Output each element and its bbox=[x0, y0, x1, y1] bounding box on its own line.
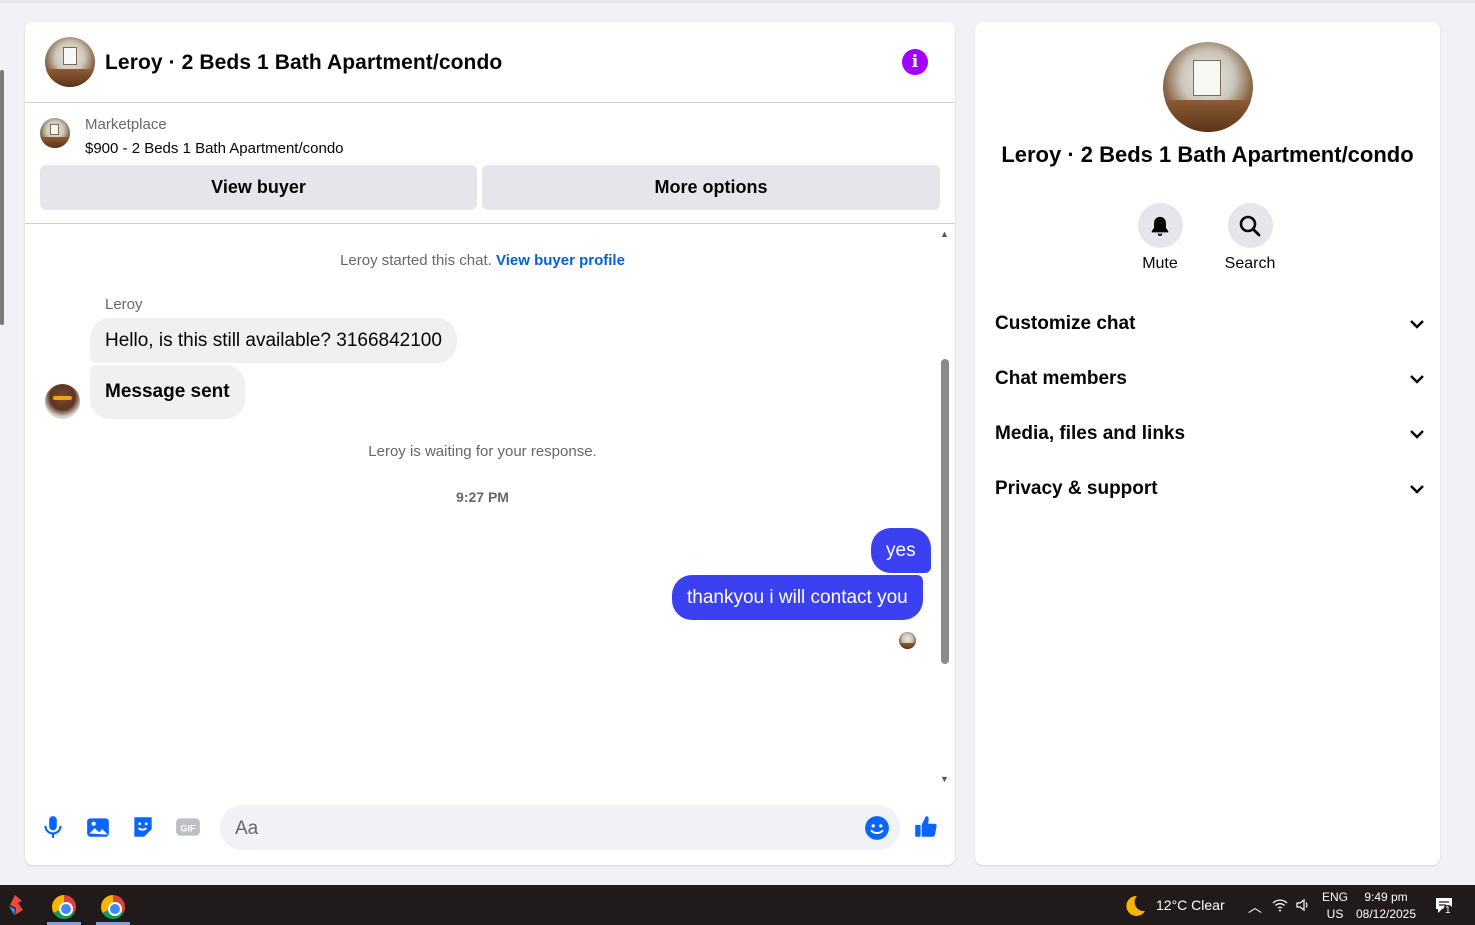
waiting-notice: Leroy is waiting for your response. bbox=[368, 443, 597, 460]
search-button[interactable]: Search bbox=[1220, 203, 1280, 273]
chevron-down-icon bbox=[1410, 485, 1424, 494]
scroll-down-arrow-icon[interactable]: ▼ bbox=[940, 774, 949, 784]
chrome-icon bbox=[52, 895, 76, 919]
sticker-icon[interactable] bbox=[130, 814, 156, 840]
notification-count-badge: 1 bbox=[1443, 905, 1453, 916]
microphone-icon[interactable] bbox=[40, 814, 66, 840]
message-scrollbar[interactable] bbox=[941, 359, 949, 664]
message-composer: GIF Aa bbox=[25, 802, 955, 852]
message-list[interactable]: ▲ ▼ Leroy started this chat. View buyer … bbox=[25, 224, 955, 794]
region-code: US bbox=[1326, 907, 1344, 921]
listing-card: Marketplace $900 - 2 Beds 1 Bath Apartme… bbox=[25, 103, 955, 224]
input-language[interactable]: ENG US bbox=[1322, 889, 1348, 923]
info-icon[interactable]: i bbox=[902, 49, 928, 75]
gif-icon[interactable]: GIF bbox=[175, 814, 201, 840]
chevron-down-icon bbox=[1410, 375, 1424, 384]
thumbs-up-icon[interactable] bbox=[913, 814, 939, 840]
chevron-down-icon bbox=[1410, 320, 1424, 329]
sender-avatar[interactable] bbox=[45, 384, 80, 419]
seen-indicator-avatar bbox=[899, 632, 916, 649]
browser-top-strip bbox=[0, 0, 1475, 3]
incoming-message[interactable]: Message sent bbox=[90, 365, 245, 419]
sender-name: Leroy bbox=[105, 296, 143, 313]
taskbar-chrome-app[interactable] bbox=[44, 889, 84, 925]
emoji-icon[interactable] bbox=[864, 815, 890, 841]
view-buyer-profile-link[interactable]: View buyer profile bbox=[496, 252, 625, 269]
language-code: ENG bbox=[1322, 890, 1349, 904]
listing-avatar[interactable] bbox=[45, 37, 95, 87]
chevron-down-icon bbox=[1410, 430, 1424, 439]
show-hidden-icons-chevron-icon[interactable]: ︿ bbox=[1248, 897, 1262, 917]
moon-icon[interactable] bbox=[1123, 894, 1147, 918]
chat-started-notice: Leroy started this chat. View buyer prof… bbox=[25, 252, 940, 269]
message-timestamp: 9:27 PM bbox=[456, 489, 509, 505]
page-scrollbar-edge[interactable] bbox=[0, 70, 4, 325]
message-input-placeholder: Aa bbox=[235, 818, 259, 839]
clock-time: 9:49 pm bbox=[1364, 890, 1408, 904]
volume-icon[interactable] bbox=[1295, 897, 1311, 913]
clock-date: 08/12/2025 bbox=[1355, 907, 1417, 921]
profile-title: Leroy · 2 Beds 1 Bath Apartment/condo bbox=[1001, 142, 1414, 167]
svg-text:GIF: GIF bbox=[180, 823, 196, 833]
search-label: Search bbox=[1224, 255, 1276, 272]
chat-info-panel: Leroy · 2 Beds 1 Bath Apartment/condo Mu… bbox=[975, 22, 1440, 865]
section-title: Chat members bbox=[995, 368, 1127, 389]
chrome-icon bbox=[101, 895, 125, 919]
chat-started-text: Leroy started this chat. bbox=[340, 252, 492, 269]
mute-label: Mute bbox=[1142, 255, 1178, 272]
photo-icon[interactable] bbox=[85, 814, 111, 840]
chat-title[interactable]: Leroy · 2 Beds 1 Bath Apartment/condo bbox=[105, 51, 502, 75]
weather-status[interactable]: 12°C Clear bbox=[1156, 897, 1225, 913]
system-clock[interactable]: 9:49 pm 08/12/2025 bbox=[1352, 889, 1420, 923]
windows-taskbar: 12°C Clear ︿ ENG US 9:49 pm 08/12/2025 1 bbox=[0, 885, 1475, 925]
section-title: Media, files and links bbox=[995, 423, 1186, 444]
section-privacy-support[interactable]: Privacy & support bbox=[995, 469, 1425, 509]
mute-button[interactable]: Mute bbox=[1130, 203, 1190, 273]
chat-header: Leroy · 2 Beds 1 Bath Apartment/condo i bbox=[25, 22, 955, 103]
view-buyer-button[interactable]: View buyer bbox=[40, 165, 477, 210]
start-menu-icon[interactable] bbox=[6, 893, 26, 917]
listing-source: Marketplace bbox=[85, 116, 167, 133]
search-icon bbox=[1239, 215, 1261, 236]
message-input[interactable]: Aa bbox=[220, 805, 900, 850]
profile-avatar[interactable] bbox=[1163, 42, 1253, 132]
incoming-message[interactable]: Hello, is this still available? 31668421… bbox=[90, 318, 457, 363]
listing-thumbnail[interactable] bbox=[40, 118, 70, 148]
outgoing-message[interactable]: yes bbox=[871, 528, 931, 573]
section-title: Privacy & support bbox=[995, 478, 1158, 499]
section-media-files-links[interactable]: Media, files and links bbox=[995, 414, 1425, 454]
listing-price-title[interactable]: $900 - 2 Beds 1 Bath Apartment/condo bbox=[85, 140, 344, 157]
scroll-up-arrow-icon[interactable]: ▲ bbox=[940, 229, 949, 239]
bell-icon bbox=[1151, 216, 1169, 236]
section-title: Customize chat bbox=[995, 313, 1136, 334]
section-customize-chat[interactable]: Customize chat bbox=[995, 304, 1425, 344]
network-icon[interactable] bbox=[1272, 897, 1288, 913]
section-chat-members[interactable]: Chat members bbox=[995, 359, 1425, 399]
taskbar-chrome-app[interactable] bbox=[93, 889, 133, 925]
chat-panel: Leroy · 2 Beds 1 Bath Apartment/condo i … bbox=[25, 22, 955, 865]
more-options-button[interactable]: More options bbox=[482, 165, 940, 210]
outgoing-message[interactable]: thankyou i will contact you bbox=[672, 575, 923, 620]
